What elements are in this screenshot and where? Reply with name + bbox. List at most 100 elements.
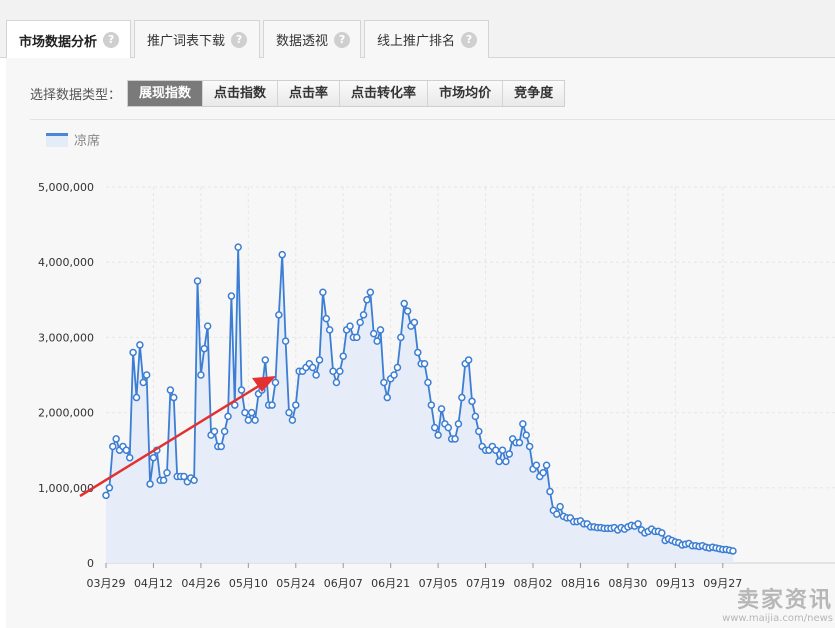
data-point	[471, 412, 480, 421]
data-point	[200, 344, 209, 353]
x-tick-label: 07月19	[466, 577, 505, 590]
data-point	[498, 446, 507, 454]
data-point	[359, 311, 368, 319]
data-point	[414, 348, 422, 357]
data-point	[420, 359, 429, 368]
x-tick-label: 08月02	[514, 577, 553, 590]
x-tick-label: 04月26	[181, 577, 220, 590]
data-point	[325, 326, 334, 334]
data-point	[376, 326, 385, 334]
data-point	[454, 420, 463, 428]
x-tick-label: 08月16	[561, 577, 600, 590]
watermark-title: 卖家资讯	[736, 588, 833, 613]
y-tick-label: 4,000,000	[38, 256, 94, 269]
data-point	[247, 408, 256, 417]
watermark: 卖家资讯 www.maijia.com/news	[722, 588, 833, 625]
data-point	[339, 352, 347, 360]
data-point	[400, 299, 408, 308]
data-point	[281, 337, 290, 345]
data-point	[366, 288, 375, 297]
data-point	[346, 322, 354, 330]
y-tick-label: 5,000,000	[38, 181, 94, 194]
data-point	[105, 484, 114, 492]
data-point	[285, 408, 293, 417]
data-point	[142, 371, 151, 379]
data-point	[224, 412, 232, 421]
data-point	[458, 393, 466, 402]
data-point	[434, 431, 442, 439]
data-point	[244, 416, 253, 424]
data-point	[136, 341, 144, 349]
data-point	[515, 438, 524, 447]
data-point	[268, 401, 276, 409]
data-point	[532, 461, 541, 469]
data-point	[397, 333, 405, 342]
data-point	[241, 408, 249, 417]
data-point	[210, 427, 219, 436]
data-point	[170, 393, 178, 402]
data-point	[658, 529, 666, 537]
area-fill	[106, 247, 733, 563]
data-point	[129, 348, 137, 357]
y-tick-label: 0	[87, 557, 94, 570]
data-point	[132, 393, 141, 402]
data-point	[112, 435, 120, 443]
data-point	[525, 442, 534, 451]
data-point	[312, 371, 320, 379]
data-point	[319, 288, 327, 297]
data-point	[403, 307, 412, 315]
data-point	[491, 446, 500, 454]
data-point	[336, 367, 344, 375]
data-point	[163, 469, 171, 477]
data-point	[427, 401, 436, 409]
data-point	[424, 378, 432, 387]
data-point	[383, 393, 392, 402]
data-point	[122, 446, 131, 454]
data-point	[356, 318, 364, 327]
x-tick-label: 05月24	[276, 577, 315, 590]
x-tick-label: 08月30	[608, 577, 647, 590]
data-point	[634, 520, 642, 528]
data-point	[505, 450, 514, 458]
x-tick-label: 06月21	[371, 577, 410, 590]
data-point	[139, 378, 148, 387]
data-point	[729, 547, 737, 555]
data-point	[125, 453, 134, 462]
watermark-url: www.maijia.com/news	[722, 613, 833, 624]
data-point	[556, 502, 564, 511]
data-point	[102, 491, 110, 500]
data-point	[227, 292, 236, 300]
data-point	[159, 476, 168, 485]
data-point	[495, 457, 503, 466]
data-point	[451, 435, 459, 443]
data-point	[539, 469, 547, 477]
y-tick-label: 3,000,000	[38, 331, 94, 344]
data-point	[217, 442, 225, 451]
data-point	[437, 405, 446, 413]
data-point	[502, 457, 510, 466]
data-point	[322, 314, 331, 323]
data-point	[542, 461, 551, 469]
data-point	[522, 431, 530, 439]
data-point	[197, 371, 205, 379]
data-point	[369, 329, 378, 338]
x-tick-label: 04月12	[134, 577, 173, 590]
data-point	[146, 480, 154, 488]
data-point	[475, 427, 483, 436]
data-point	[288, 416, 297, 424]
x-tick-label: 07月05	[419, 577, 458, 590]
y-tick-label: 2,000,000	[38, 407, 94, 420]
data-point	[552, 510, 561, 518]
data-point	[220, 427, 229, 436]
data-point	[546, 487, 554, 496]
data-point	[292, 401, 300, 409]
x-tick-label: 09月13	[656, 577, 695, 590]
data-point	[393, 363, 402, 372]
data-point	[275, 311, 283, 319]
data-point	[444, 423, 453, 432]
data-point	[278, 250, 286, 259]
data-point	[410, 318, 419, 327]
data-point	[315, 356, 324, 364]
data-point	[373, 337, 381, 345]
data-point	[190, 476, 198, 485]
